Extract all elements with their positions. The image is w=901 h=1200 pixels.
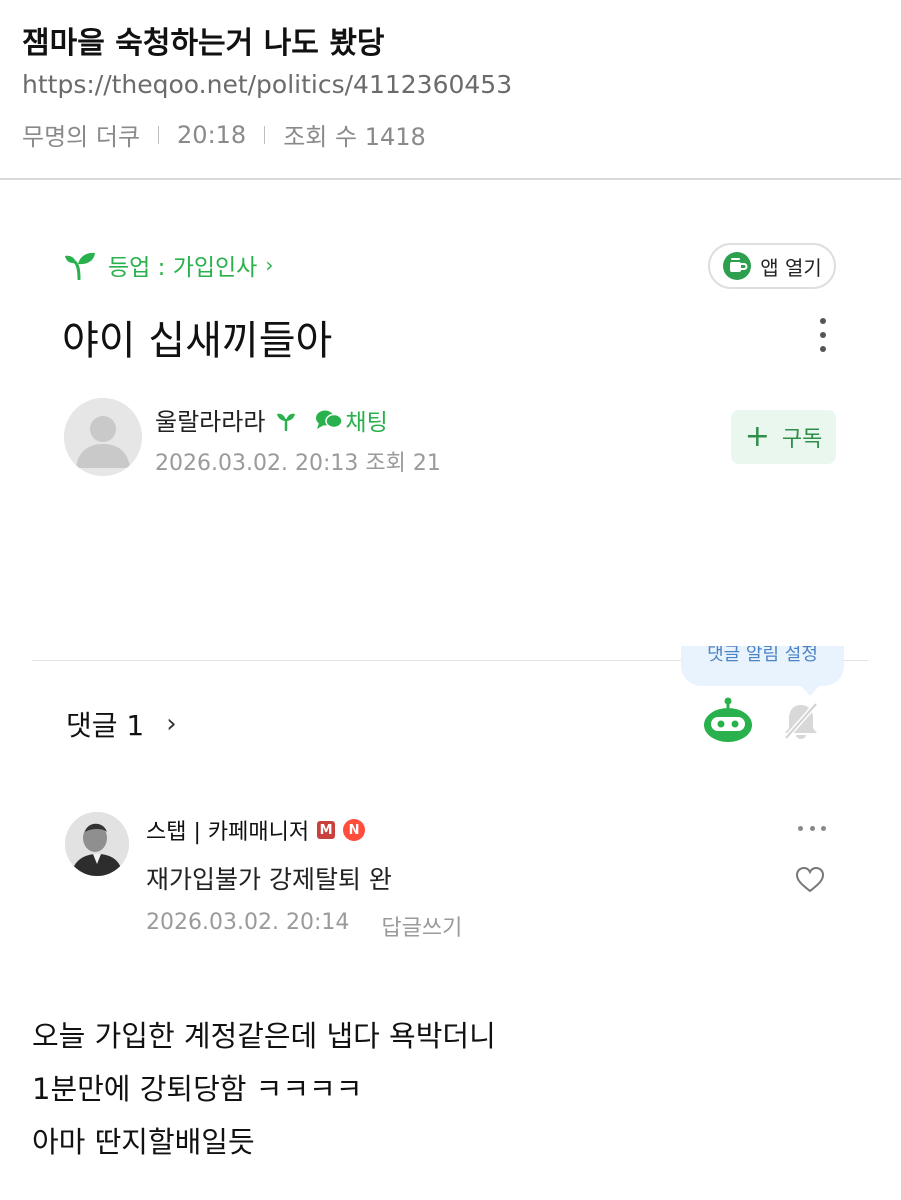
chat-button[interactable]: 채팅 xyxy=(315,403,388,437)
comment-meta: 2026.03.02. 20:14 답글쓰기 xyxy=(146,910,462,942)
board-link[interactable]: 등업 : 가입인사 › xyxy=(64,248,273,282)
author-name[interactable]: 울랄라라라 xyxy=(155,402,265,437)
chevron-right-icon: › xyxy=(166,709,177,739)
default-profile-icon xyxy=(64,398,142,476)
more-options-icon[interactable] xyxy=(816,318,830,352)
article-title: 야이 십새끼들아 xyxy=(62,318,333,364)
post-author: 무명의 더쿠 xyxy=(22,123,141,151)
body-line-2: 1분만에 강퇴당함 ㅋㅋㅋㅋ xyxy=(32,1072,363,1106)
cafe-screenshot xyxy=(0,180,901,990)
chat-label: 채팅 xyxy=(345,409,388,436)
board-link-label: 등업 : 가입인사 xyxy=(108,255,258,281)
comment-bot-icon[interactable] xyxy=(702,697,754,743)
subscribe-button[interactable]: + 구독 xyxy=(731,410,836,464)
subscribe-label: 구독 xyxy=(781,427,823,452)
bell-off-icon[interactable] xyxy=(780,700,822,742)
body-line-1: 오늘 가입한 계정같은데 냅다 욕박더니 xyxy=(32,1019,496,1053)
author-row: 울랄라라라 채팅 xyxy=(155,402,388,437)
article-meta: 2026.03.02. 20:13 조회 21 xyxy=(155,451,441,476)
sprout-icon xyxy=(65,252,95,280)
body-line-3: 아마 딴지할배일듯 xyxy=(32,1125,255,1159)
chevron-right-icon: › xyxy=(265,253,274,277)
cafe-cup-icon xyxy=(723,252,752,280)
comment-date: 2026.03.02. 20:14 xyxy=(146,910,350,935)
member-level-sprout-icon xyxy=(277,413,296,431)
tooltip-tail xyxy=(800,685,820,696)
tooltip-text: 댓글 알림 설정 xyxy=(707,646,818,665)
post-title: 잼마을 숙청하는거 나도 봤당 xyxy=(22,26,385,61)
post-views: 조회 수 1418 xyxy=(283,123,426,151)
commenter-photo xyxy=(65,812,129,876)
post-time: 20:18 xyxy=(177,120,247,149)
app-open-button[interactable]: 앱 열기 xyxy=(708,243,836,289)
heart-icon[interactable] xyxy=(795,866,825,894)
comments-count-label: 댓글 1 xyxy=(66,709,145,742)
new-badge-icon: N xyxy=(343,819,366,841)
commenter-name[interactable]: 스탭 | 카페매니저 xyxy=(146,814,309,846)
app-open-label: 앱 열기 xyxy=(760,255,822,280)
author-avatar[interactable] xyxy=(64,398,142,476)
meta-divider xyxy=(264,125,266,144)
commenter-avatar[interactable] xyxy=(65,812,129,876)
chat-bubbles-icon xyxy=(316,410,344,429)
manager-badge-icon: M xyxy=(317,821,336,839)
comment-more-icon[interactable] xyxy=(798,826,826,834)
comment-text: 재가입불가 강제탈퇴 완 xyxy=(146,865,392,894)
post-body: 오늘 가입한 계정같은데 냅다 욕박더니 1분만에 강퇴당함 ㅋㅋㅋㅋ 아마 딴… xyxy=(32,1010,496,1169)
post-meta: 무명의 더쿠 20:18 조회 수 1418 xyxy=(22,117,426,152)
meta-divider xyxy=(158,125,160,144)
reply-button[interactable]: 답글쓰기 xyxy=(381,910,462,942)
post-url[interactable]: https://theqoo.net/politics/4112360453 xyxy=(22,70,512,99)
plus-icon: + xyxy=(744,419,770,454)
comments-header[interactable]: 댓글 1 › xyxy=(66,704,177,744)
commenter-row: 스탭 | 카페매니저 M N xyxy=(146,814,366,846)
notify-settings-tooltip[interactable]: 댓글 알림 설정 xyxy=(681,646,844,686)
